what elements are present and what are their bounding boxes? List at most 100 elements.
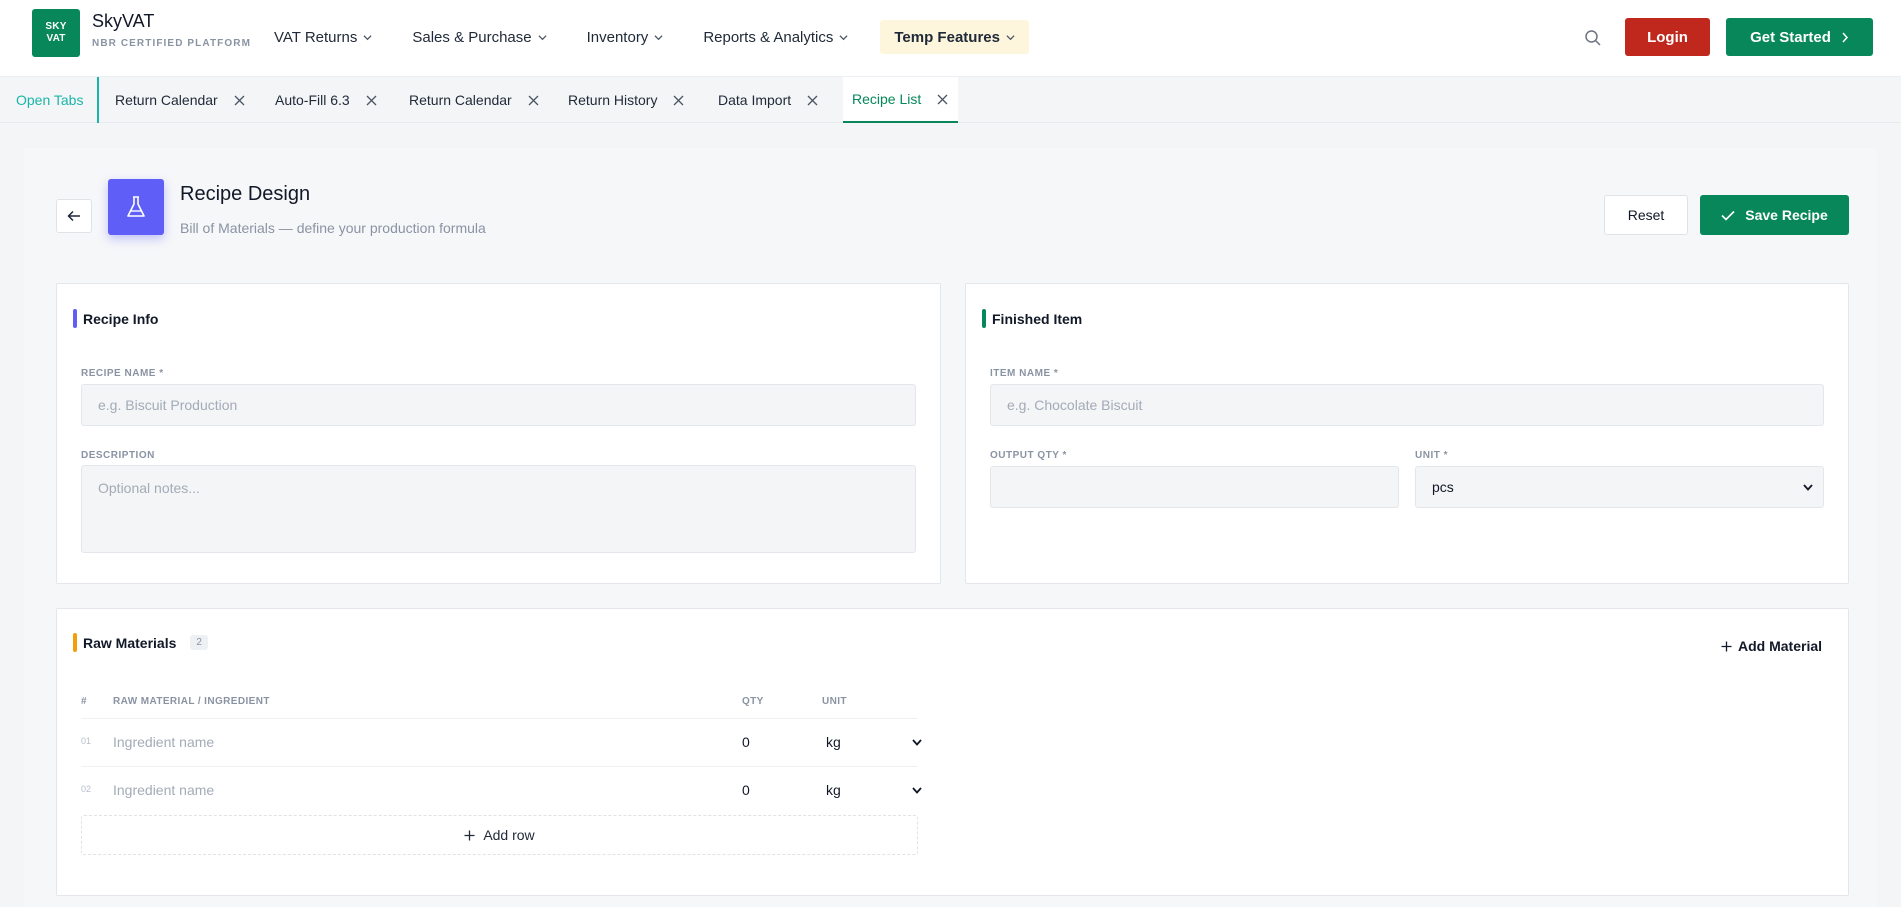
plus-icon (1721, 641, 1732, 651)
description-textarea[interactable]: Optional notes... (81, 465, 916, 553)
save-recipe-button[interactable]: Save Recipe (1700, 195, 1849, 235)
back-button[interactable] (56, 199, 92, 233)
brand-logo[interactable]: SKY VAT (32, 9, 80, 57)
row-divider (81, 766, 917, 767)
chevron-down-icon (1803, 483, 1813, 491)
page-title: Recipe Design (180, 183, 311, 205)
nav-label: VAT Returns (274, 28, 358, 46)
chevron-down-icon (1006, 34, 1015, 40)
nav-vat-returns[interactable]: VAT Returns (272, 20, 374, 54)
tab-label: Return History (568, 92, 658, 108)
chevron-down-icon (654, 34, 663, 40)
unit-select[interactable]: pcs (1415, 466, 1824, 508)
search-icon[interactable] (1583, 28, 1603, 48)
count-badge: 2 (190, 635, 208, 650)
open-tabs-label[interactable]: Open Tabs (0, 77, 99, 123)
nav-temp-features[interactable]: Temp Features (880, 20, 1029, 54)
chevron-down-icon (912, 738, 922, 746)
chevron-down-icon (839, 34, 848, 40)
tab-label: Return Calendar (409, 92, 512, 108)
tab-label: Data Import (718, 92, 792, 108)
tab-return-history[interactable]: Return History (568, 77, 684, 123)
close-icon[interactable] (807, 95, 818, 106)
accent-bar (73, 309, 77, 328)
reset-button[interactable]: Reset (1604, 195, 1688, 235)
close-icon[interactable] (366, 95, 377, 106)
output-qty-label: OUTPUT QTY * (990, 450, 1067, 461)
ingredient-qty-input[interactable]: 0 (742, 734, 750, 750)
item-name-label: ITEM NAME * (990, 368, 1059, 379)
card-title-text: Raw Materials (83, 634, 177, 651)
nav-label: Inventory (586, 28, 649, 46)
logo-line2: VAT (46, 33, 66, 44)
tab-data-import[interactable]: Data Import (718, 77, 818, 123)
add-row-label: Add row (483, 827, 535, 843)
brand-name: SkyVAT (92, 11, 155, 31)
add-row-button[interactable]: Add row (81, 815, 918, 855)
flask-icon (127, 196, 145, 217)
accent-bar (982, 309, 986, 328)
plus-icon (464, 830, 475, 840)
nav-inventory[interactable]: Inventory (585, 20, 666, 54)
output-qty-input[interactable] (990, 466, 1399, 508)
col-qty-header: QTY (742, 696, 764, 707)
chevron-right-icon (1842, 32, 1848, 42)
nav-label: Reports & Analytics (703, 28, 834, 46)
tab-return-calendar[interactable]: Return Calendar (115, 77, 245, 123)
brand-subtitle: NBR CERTIFIED PLATFORM (92, 38, 252, 49)
finished-item-title: Finished Item (982, 309, 1082, 328)
chevron-down-icon (912, 786, 922, 794)
nav-label: Sales & Purchase (412, 28, 532, 46)
row-number: 01 (81, 736, 92, 746)
tab-label: Return Calendar (115, 92, 218, 108)
nav-sales-purchase[interactable]: Sales & Purchase (410, 20, 548, 54)
nav-label: Temp Features (894, 28, 1000, 46)
brand: SkyVAT NBR CERTIFIED PLATFORM (92, 11, 251, 49)
main-nav: VAT Returns Sales & Purchase Inventory R… (272, 20, 1029, 54)
save-label: Save Recipe (1745, 207, 1828, 223)
arrow-left-icon (67, 210, 80, 222)
reset-label: Reset (1627, 207, 1665, 223)
recipe-name-input[interactable]: e.g. Biscuit Production (81, 384, 916, 426)
close-icon[interactable] (528, 95, 539, 106)
finished-item-card (965, 283, 1849, 584)
close-icon[interactable] (937, 94, 948, 105)
unit-value: kg (826, 782, 841, 798)
description-placeholder: Optional notes... (98, 480, 200, 496)
recipe-info-title: Recipe Info (73, 309, 158, 328)
tab-label: Auto-Fill 6.3 (275, 92, 350, 108)
ingredient-unit-select[interactable]: kg (826, 734, 922, 750)
check-icon (1721, 210, 1735, 221)
item-name-placeholder: e.g. Chocolate Biscuit (1007, 397, 1143, 413)
ingredient-name-input[interactable]: Ingredient name (113, 734, 214, 750)
recipe-name-label: RECIPE NAME * (81, 368, 164, 379)
login-button[interactable]: Login (1625, 18, 1710, 56)
unit-label: UNIT * (1415, 450, 1448, 461)
col-unit-header: UNIT (822, 696, 847, 707)
tab-auto-fill[interactable]: Auto-Fill 6.3 (275, 77, 377, 123)
col-name-header: RAW MATERIAL / INGREDIENT (113, 696, 270, 707)
table-divider (81, 718, 917, 719)
tab-recipe-list[interactable]: Recipe List (843, 77, 959, 123)
add-material-label: Add Material (1738, 638, 1823, 654)
add-material-button[interactable]: Add Material (1721, 638, 1822, 654)
ingredient-qty-input[interactable]: 0 (742, 782, 750, 798)
item-name-input[interactable]: e.g. Chocolate Biscuit (990, 384, 1824, 426)
page-subtitle: Bill of Materials — define your producti… (180, 220, 486, 236)
tab-label: Recipe List (852, 91, 922, 107)
login-label: Login (1647, 28, 1688, 46)
logo-line1: SKY (45, 21, 67, 32)
close-icon[interactable] (234, 95, 245, 106)
ingredient-name-input[interactable]: Ingredient name (113, 782, 214, 798)
raw-materials-title: Raw Materials 2 (73, 633, 208, 652)
unit-value: pcs (1432, 479, 1454, 495)
ingredient-unit-select[interactable]: kg (826, 782, 922, 798)
close-icon[interactable] (673, 95, 684, 106)
recipe-icon-tile (108, 179, 164, 235)
recipe-name-placeholder: e.g. Biscuit Production (98, 397, 238, 413)
unit-value: kg (826, 734, 841, 750)
nav-reports-analytics[interactable]: Reports & Analytics (701, 20, 850, 54)
tab-return-calendar-2[interactable]: Return Calendar (409, 77, 539, 123)
get-started-button[interactable]: Get Started (1726, 18, 1873, 56)
get-started-label: Get Started (1750, 28, 1831, 46)
